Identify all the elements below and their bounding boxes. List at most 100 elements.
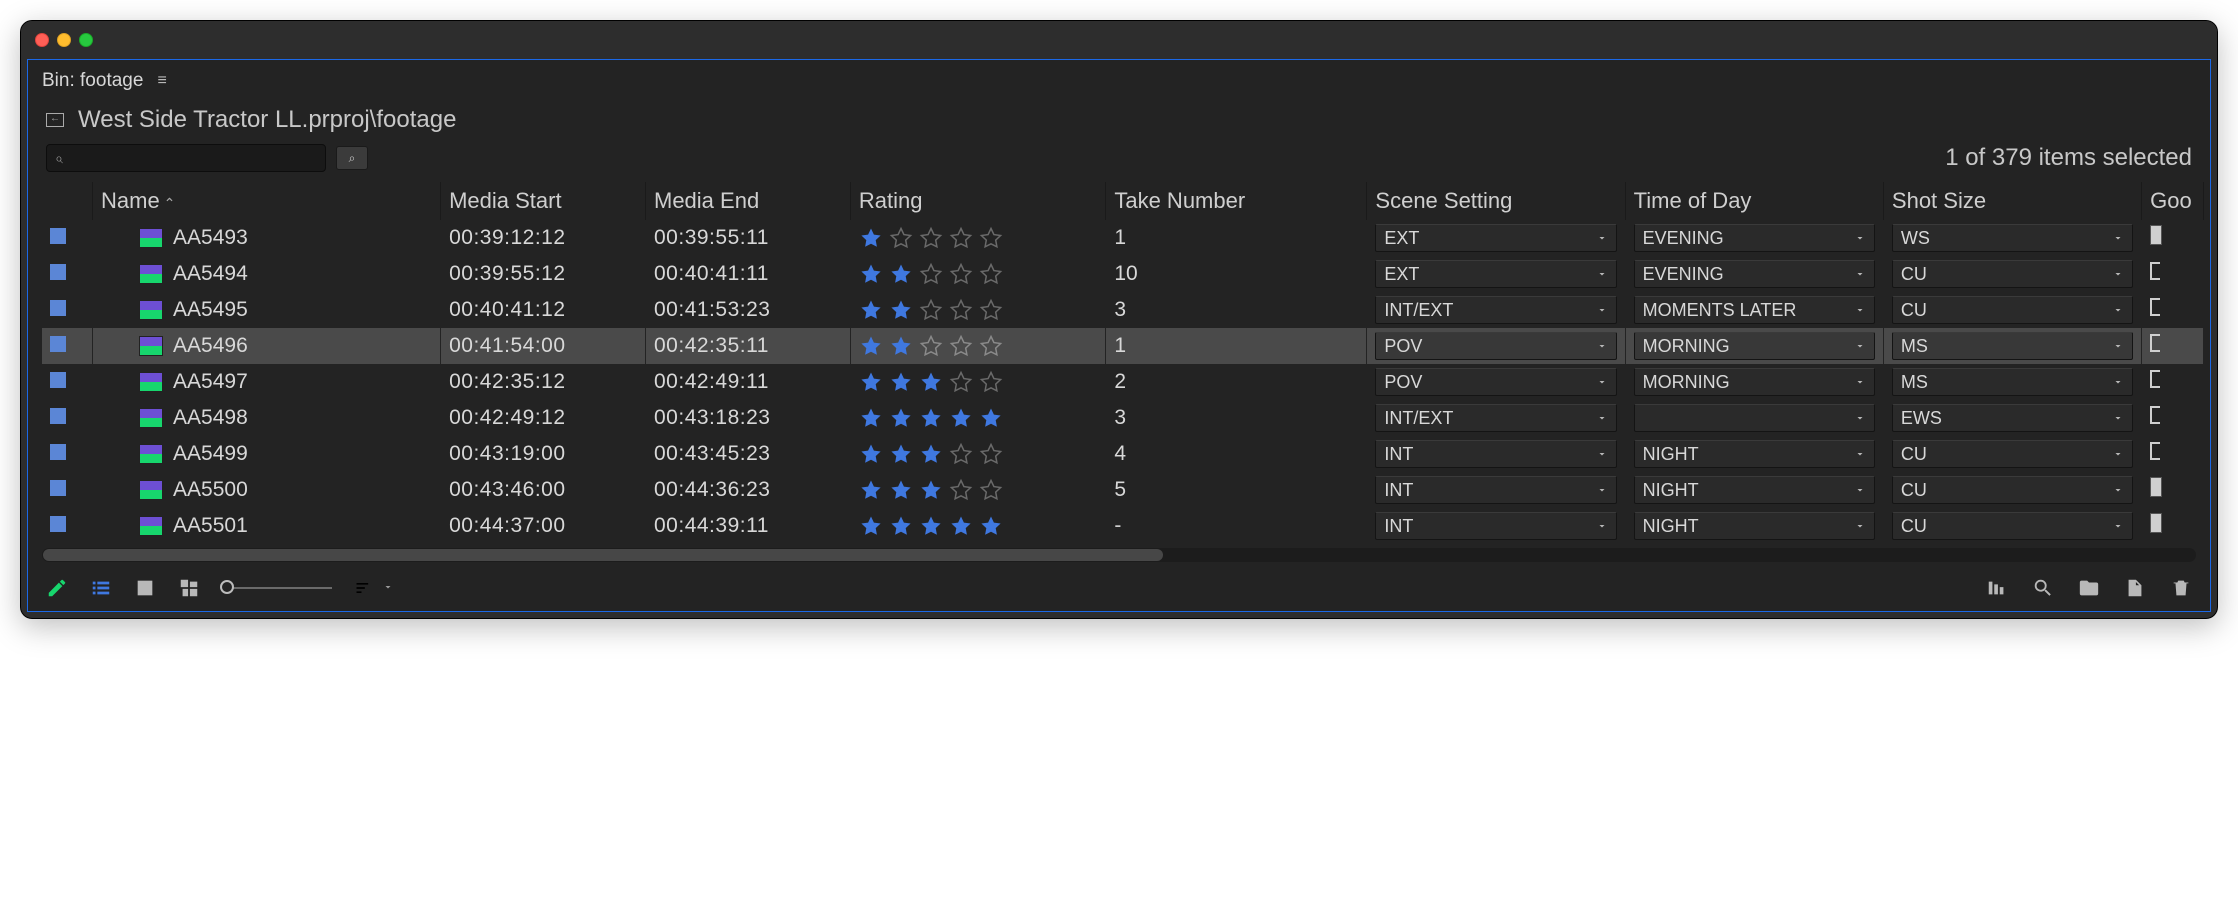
- star-icon[interactable]: [859, 262, 883, 286]
- good-marker[interactable]: [2150, 370, 2160, 388]
- label-swatch[interactable]: [50, 336, 66, 352]
- rating[interactable]: [859, 514, 1097, 538]
- trash-icon[interactable]: [2170, 577, 2192, 599]
- star-icon[interactable]: [919, 442, 943, 466]
- take-number[interactable]: 4: [1106, 436, 1367, 472]
- star-icon[interactable]: [949, 298, 973, 322]
- time-of-day-dropdown[interactable]: EVENING: [1634, 224, 1875, 252]
- scene-setting-dropdown[interactable]: POV: [1375, 368, 1616, 396]
- star-icon[interactable]: [859, 334, 883, 358]
- star-icon[interactable]: [889, 226, 913, 250]
- star-icon[interactable]: [889, 514, 913, 538]
- label-swatch[interactable]: [50, 408, 66, 424]
- star-icon[interactable]: [859, 298, 883, 322]
- star-icon[interactable]: [979, 262, 1003, 286]
- good-marker[interactable]: [2150, 262, 2160, 280]
- rating[interactable]: [859, 298, 1097, 322]
- star-icon[interactable]: [859, 442, 883, 466]
- rating[interactable]: [859, 226, 1097, 250]
- rating[interactable]: [859, 262, 1097, 286]
- table-row[interactable]: AA549400:39:55:1200:40:41:1110EXTEVENING…: [42, 256, 2204, 292]
- label-swatch[interactable]: [50, 228, 66, 244]
- shot-size-dropdown[interactable]: CU: [1892, 476, 2133, 504]
- star-icon[interactable]: [859, 370, 883, 394]
- star-icon[interactable]: [859, 478, 883, 502]
- scene-setting-dropdown[interactable]: INT: [1375, 476, 1616, 504]
- label-swatch[interactable]: [50, 264, 66, 280]
- col-media-end[interactable]: Media End: [646, 182, 851, 220]
- star-icon[interactable]: [979, 334, 1003, 358]
- star-icon[interactable]: [949, 262, 973, 286]
- star-icon[interactable]: [919, 226, 943, 250]
- star-icon[interactable]: [919, 478, 943, 502]
- nav-up-icon[interactable]: [46, 113, 64, 127]
- find-icon[interactable]: [2032, 577, 2054, 599]
- take-number[interactable]: 1: [1106, 220, 1367, 256]
- take-number[interactable]: 10: [1106, 256, 1367, 292]
- star-icon[interactable]: [889, 442, 913, 466]
- freeform-view-icon[interactable]: [178, 577, 200, 599]
- time-of-day-dropdown[interactable]: [1634, 404, 1875, 432]
- star-icon[interactable]: [889, 262, 913, 286]
- take-number[interactable]: 3: [1106, 400, 1367, 436]
- star-icon[interactable]: [949, 370, 973, 394]
- good-marker[interactable]: [2150, 298, 2160, 316]
- star-icon[interactable]: [979, 478, 1003, 502]
- good-marker[interactable]: [2150, 442, 2160, 460]
- search-input[interactable]: ⌕: [46, 144, 326, 172]
- table-row[interactable]: AA550000:43:46:0000:44:36:235INTNIGHTCU: [42, 472, 2204, 508]
- star-icon[interactable]: [979, 226, 1003, 250]
- star-icon[interactable]: [919, 406, 943, 430]
- new-search-bin-button[interactable]: ⌕: [336, 146, 368, 170]
- good-marker[interactable]: [2150, 513, 2162, 533]
- automate-icon[interactable]: [1986, 577, 2008, 599]
- col-media-start[interactable]: Media Start: [441, 182, 646, 220]
- star-icon[interactable]: [949, 478, 973, 502]
- rating[interactable]: [859, 334, 1097, 358]
- col-good-partial[interactable]: Goo: [2142, 182, 2204, 220]
- star-icon[interactable]: [859, 226, 883, 250]
- col-scene-setting[interactable]: Scene Setting: [1367, 182, 1625, 220]
- scrollbar-thumb[interactable]: [43, 549, 1163, 561]
- star-icon[interactable]: [979, 370, 1003, 394]
- table-row[interactable]: AA549700:42:35:1200:42:49:112POVMORNINGM…: [42, 364, 2204, 400]
- star-icon[interactable]: [919, 370, 943, 394]
- shot-size-dropdown[interactable]: CU: [1892, 296, 2133, 324]
- take-number[interactable]: 5: [1106, 472, 1367, 508]
- label-swatch[interactable]: [50, 372, 66, 388]
- shot-size-dropdown[interactable]: EWS: [1892, 404, 2133, 432]
- star-icon[interactable]: [979, 406, 1003, 430]
- star-icon[interactable]: [889, 298, 913, 322]
- maximize-icon[interactable]: [79, 33, 93, 47]
- star-icon[interactable]: [979, 298, 1003, 322]
- star-icon[interactable]: [859, 514, 883, 538]
- scene-setting-dropdown[interactable]: INT: [1375, 440, 1616, 468]
- star-icon[interactable]: [949, 442, 973, 466]
- star-icon[interactable]: [889, 406, 913, 430]
- scene-setting-dropdown[interactable]: INT/EXT: [1375, 404, 1616, 432]
- shot-size-dropdown[interactable]: MS: [1892, 332, 2133, 360]
- label-swatch[interactable]: [50, 516, 66, 532]
- rating[interactable]: [859, 442, 1097, 466]
- horizontal-scrollbar[interactable]: [42, 548, 2196, 562]
- col-shot-size[interactable]: Shot Size: [1883, 182, 2141, 220]
- time-of-day-dropdown[interactable]: NIGHT: [1634, 512, 1875, 540]
- shot-size-dropdown[interactable]: MS: [1892, 368, 2133, 396]
- scene-setting-dropdown[interactable]: INT: [1375, 512, 1616, 540]
- take-number[interactable]: -: [1106, 508, 1367, 544]
- scene-setting-dropdown[interactable]: EXT: [1375, 224, 1616, 252]
- star-icon[interactable]: [919, 514, 943, 538]
- zoom-slider[interactable]: [222, 587, 332, 589]
- shot-size-dropdown[interactable]: WS: [1892, 224, 2133, 252]
- label-swatch[interactable]: [50, 480, 66, 496]
- time-of-day-dropdown[interactable]: MOMENTS LATER: [1634, 296, 1875, 324]
- col-take-number[interactable]: Take Number: [1106, 182, 1367, 220]
- col-time-of-day[interactable]: Time of Day: [1625, 182, 1883, 220]
- star-icon[interactable]: [859, 406, 883, 430]
- good-marker[interactable]: [2150, 334, 2160, 352]
- star-icon[interactable]: [979, 514, 1003, 538]
- list-view-icon[interactable]: [90, 577, 112, 599]
- time-of-day-dropdown[interactable]: NIGHT: [1634, 440, 1875, 468]
- take-number[interactable]: 1: [1106, 328, 1367, 364]
- shot-size-dropdown[interactable]: CU: [1892, 440, 2133, 468]
